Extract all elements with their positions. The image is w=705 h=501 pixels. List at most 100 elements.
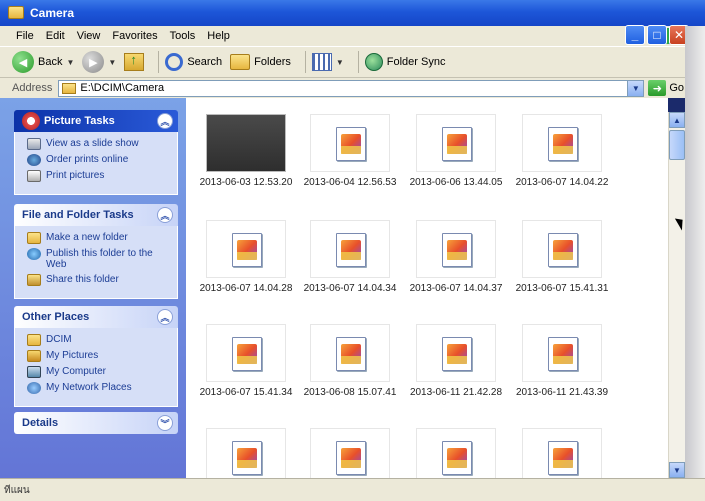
collapse-icon[interactable]: ︽	[157, 113, 173, 129]
go-button[interactable]: ➜ Go	[648, 80, 684, 96]
address-value: E:\DCIM\Camera	[80, 82, 165, 94]
folders-button[interactable]: Folders	[230, 54, 291, 70]
thumbnail	[310, 220, 390, 278]
details-panel: Details ︾	[14, 412, 178, 434]
scroll-down-button[interactable]: ▼	[669, 462, 685, 478]
chevron-down-icon[interactable]: ▼	[336, 58, 344, 67]
task-order-prints[interactable]: Order prints online	[27, 154, 169, 166]
expand-icon[interactable]: ︾	[157, 415, 173, 431]
image-file-icon	[442, 233, 472, 267]
folder-icon	[27, 334, 41, 346]
task-slide-show[interactable]: View as a slide show	[27, 138, 169, 150]
chevron-down-icon[interactable]: ▼	[66, 58, 74, 67]
title-bar: Camera	[0, 0, 705, 26]
file-folder-tasks-body: Make a new folder Publish this folder to…	[14, 226, 178, 299]
other-places-panel: Other Places ︽ DCIM My Pictures My Compu…	[14, 306, 178, 407]
maximize-button[interactable]: □	[647, 25, 667, 45]
status-text: ทีแผน	[4, 484, 30, 496]
menu-view[interactable]: View	[77, 30, 111, 42]
place-label: My Computer	[46, 366, 107, 377]
file-item[interactable]: 2013-06-08 15.07.41	[298, 324, 402, 398]
file-item[interactable]: 2013-06-07 15.41.31	[510, 220, 614, 294]
menu-favorites[interactable]: Favorites	[112, 30, 167, 42]
file-item[interactable]: 2013-06-06 13.44.05	[404, 114, 508, 188]
task-label: Order prints online	[46, 154, 129, 165]
thumbnail	[416, 220, 496, 278]
place-my-pictures[interactable]: My Pictures	[27, 350, 169, 362]
vertical-scrollbar[interactable]: ▲ ▼	[668, 112, 685, 478]
image-file-icon	[442, 441, 472, 475]
thumbnail	[522, 114, 602, 172]
image-file-icon	[548, 127, 578, 161]
sync-icon	[364, 53, 383, 71]
task-share-folder[interactable]: Share this folder	[27, 274, 169, 286]
address-input[interactable]: E:\DCIM\Camera ▼	[58, 79, 645, 97]
file-item[interactable]	[510, 428, 614, 478]
file-item[interactable]	[298, 428, 402, 478]
window-title: Camera	[30, 6, 75, 20]
file-name: 2013-06-07 14.04.34	[303, 283, 397, 294]
other-places-header[interactable]: Other Places ︽	[14, 306, 178, 328]
search-button[interactable]: Search	[165, 53, 222, 71]
scroll-up-button[interactable]: ▲	[669, 112, 685, 128]
chevron-down-icon[interactable]: ▼	[108, 58, 116, 67]
folders-label: Folders	[254, 56, 291, 68]
folder-sync-button[interactable]: Folder Sync	[364, 53, 445, 71]
details-header[interactable]: Details ︾	[14, 412, 178, 434]
views-button[interactable]: ▼	[311, 53, 344, 71]
menu-tools[interactable]: Tools	[170, 30, 206, 42]
other-places-title: Other Places	[22, 311, 90, 323]
file-item[interactable]: 2013-06-04 12.56.53	[298, 114, 402, 188]
file-item[interactable]: 2013-06-07 14.04.28	[194, 220, 298, 294]
file-item[interactable]: 2013-06-11 21.42.28	[404, 324, 508, 398]
toolbar-separator	[304, 51, 306, 73]
my-pictures-icon	[27, 350, 41, 362]
picture-tasks-header[interactable]: Picture Tasks ︽	[14, 110, 178, 132]
up-folder-icon	[124, 52, 145, 71]
thumbnail	[522, 220, 602, 278]
file-item[interactable]: 2013-06-07 14.04.22	[510, 114, 614, 188]
views-icon	[311, 53, 332, 71]
file-folder-tasks-panel: File and Folder Tasks ︽ Make a new folde…	[14, 204, 178, 299]
image-file-icon	[548, 441, 578, 475]
back-arrow-icon: ◀	[12, 51, 34, 73]
camera-icon	[22, 112, 40, 130]
place-my-network[interactable]: My Network Places	[27, 382, 169, 394]
file-name: 2013-06-03 12.53.20	[199, 177, 293, 188]
computer-icon	[27, 366, 41, 378]
forward-button[interactable]: ▶ ▼	[82, 51, 116, 73]
image-file-icon	[548, 233, 578, 267]
file-item[interactable]: 2013-06-03 12.53.20	[194, 114, 298, 188]
file-item[interactable]	[194, 428, 298, 478]
back-button[interactable]: ◀ Back ▼	[12, 51, 74, 73]
menu-file[interactable]: File	[16, 30, 44, 42]
menu-edit[interactable]: Edit	[46, 30, 75, 42]
file-name: 2013-06-07 14.04.37	[409, 283, 503, 294]
file-item[interactable]: 2013-06-07 15.41.34	[194, 324, 298, 398]
image-file-icon	[232, 337, 262, 371]
collapse-icon[interactable]: ︽	[157, 207, 173, 223]
place-dcim[interactable]: DCIM	[27, 334, 169, 346]
scrollbar-thumb[interactable]	[669, 130, 685, 160]
task-publish-web[interactable]: Publish this folder to the Web	[27, 248, 169, 270]
minimize-button[interactable]: _	[625, 25, 645, 45]
toolbar-separator	[357, 51, 359, 73]
image-file-icon	[442, 127, 472, 161]
collapse-icon[interactable]: ︽	[157, 309, 173, 325]
task-print-pictures[interactable]: Print pictures	[27, 170, 169, 182]
task-new-folder[interactable]: Make a new folder	[27, 232, 169, 244]
share-folder-icon	[27, 274, 41, 286]
forward-arrow-icon: ▶	[82, 51, 105, 73]
address-bar: Address E:\DCIM\Camera ▼ ➜ Go	[0, 78, 705, 98]
image-file-icon	[232, 441, 262, 475]
file-folder-tasks-header[interactable]: File and Folder Tasks ︽	[14, 204, 178, 226]
place-my-computer[interactable]: My Computer	[27, 366, 169, 378]
file-item[interactable]: 2013-06-07 14.04.37	[404, 220, 508, 294]
file-item[interactable]: 2013-06-07 14.04.34	[298, 220, 402, 294]
menu-help[interactable]: Help	[207, 30, 240, 42]
up-button[interactable]	[124, 52, 145, 71]
chevron-down-icon[interactable]: ▼	[627, 80, 644, 96]
file-item[interactable]	[404, 428, 508, 478]
file-item[interactable]: 2013-06-11 21.43.39	[510, 324, 614, 398]
file-name: 2013-06-07 14.04.22	[515, 177, 609, 188]
